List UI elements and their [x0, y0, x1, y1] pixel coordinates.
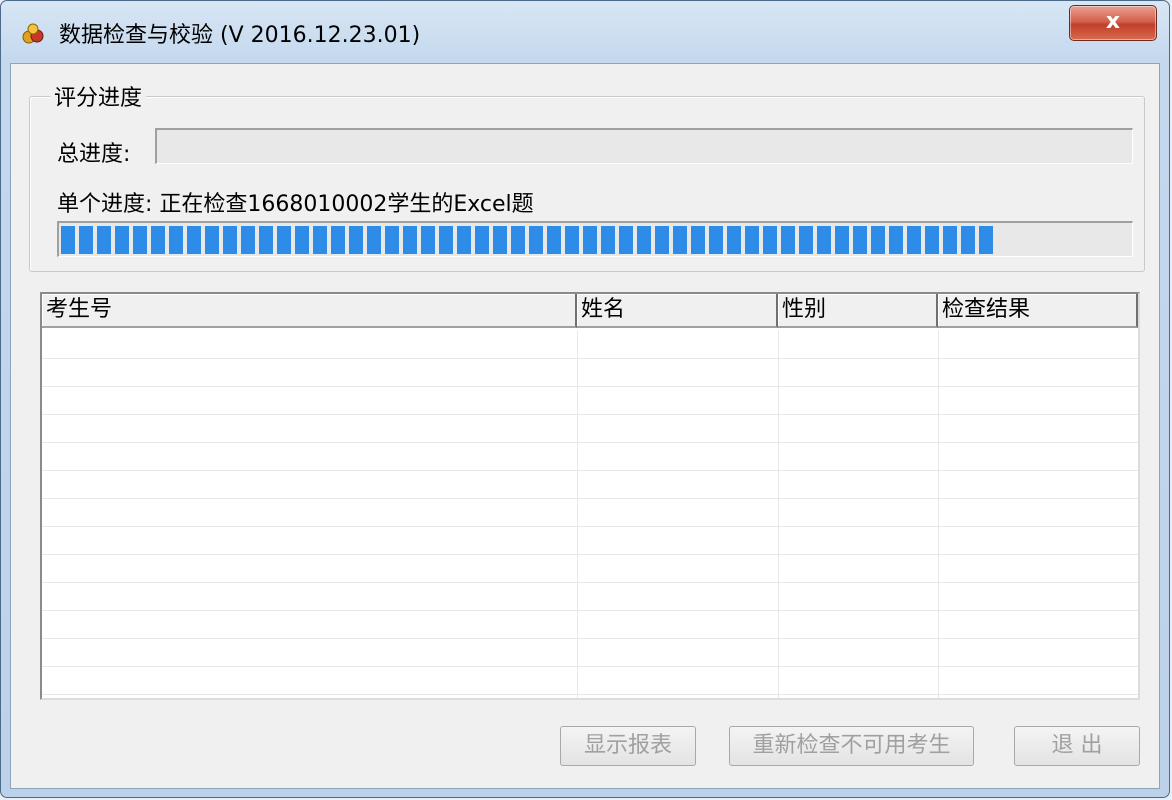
table-row-line: [42, 358, 1138, 359]
single-progress-label: 单个进度: 正在检查1668010002学生的Excel题: [57, 192, 534, 217]
table-row-line: [42, 582, 1138, 583]
table-row-line: [42, 666, 1138, 667]
title-bar[interactable]: 数据检查与校验 (V 2016.12.23.01) x: [1, 1, 1169, 63]
table-row-line: [42, 386, 1138, 387]
recheck-button[interactable]: 重新检查不可用考生: [729, 726, 974, 766]
column-header-result[interactable]: 检查结果: [938, 294, 1138, 328]
table-column-line: [778, 330, 779, 698]
table-row-line: [42, 414, 1138, 415]
app-icon: [21, 21, 45, 45]
table-column-line: [577, 330, 578, 698]
table-body: [42, 330, 1138, 698]
table-row-line: [42, 638, 1138, 639]
total-progress-label: 总进度:: [57, 142, 131, 167]
results-table[interactable]: 考生号 姓名 性别 检查结果: [40, 292, 1140, 700]
window-title: 数据检查与校验 (V 2016.12.23.01): [59, 23, 421, 48]
table-row-line: [42, 526, 1138, 527]
close-icon: x: [1105, 9, 1121, 34]
show-report-button[interactable]: 显示报表: [560, 726, 696, 766]
table-row-line: [42, 498, 1138, 499]
close-button[interactable]: x: [1069, 5, 1157, 41]
single-progress-bar: [57, 221, 1133, 257]
column-header-name[interactable]: 姓名: [577, 294, 778, 328]
table-row-line: [42, 554, 1138, 555]
table-row-line: [42, 470, 1138, 471]
exit-button[interactable]: 退 出: [1014, 726, 1140, 766]
column-header-gender[interactable]: 性别: [778, 294, 938, 328]
table-row-line: [42, 610, 1138, 611]
table-header: 考生号 姓名 性别 检查结果: [42, 294, 1138, 330]
table-row-line: [42, 694, 1138, 695]
table-column-line: [938, 330, 939, 698]
single-progress-fill: [61, 226, 996, 254]
column-header-exam-id[interactable]: 考生号: [42, 294, 577, 328]
total-progress-bar: [155, 128, 1133, 164]
table-row-line: [42, 442, 1138, 443]
progress-group-title: 评分进度: [50, 80, 147, 112]
